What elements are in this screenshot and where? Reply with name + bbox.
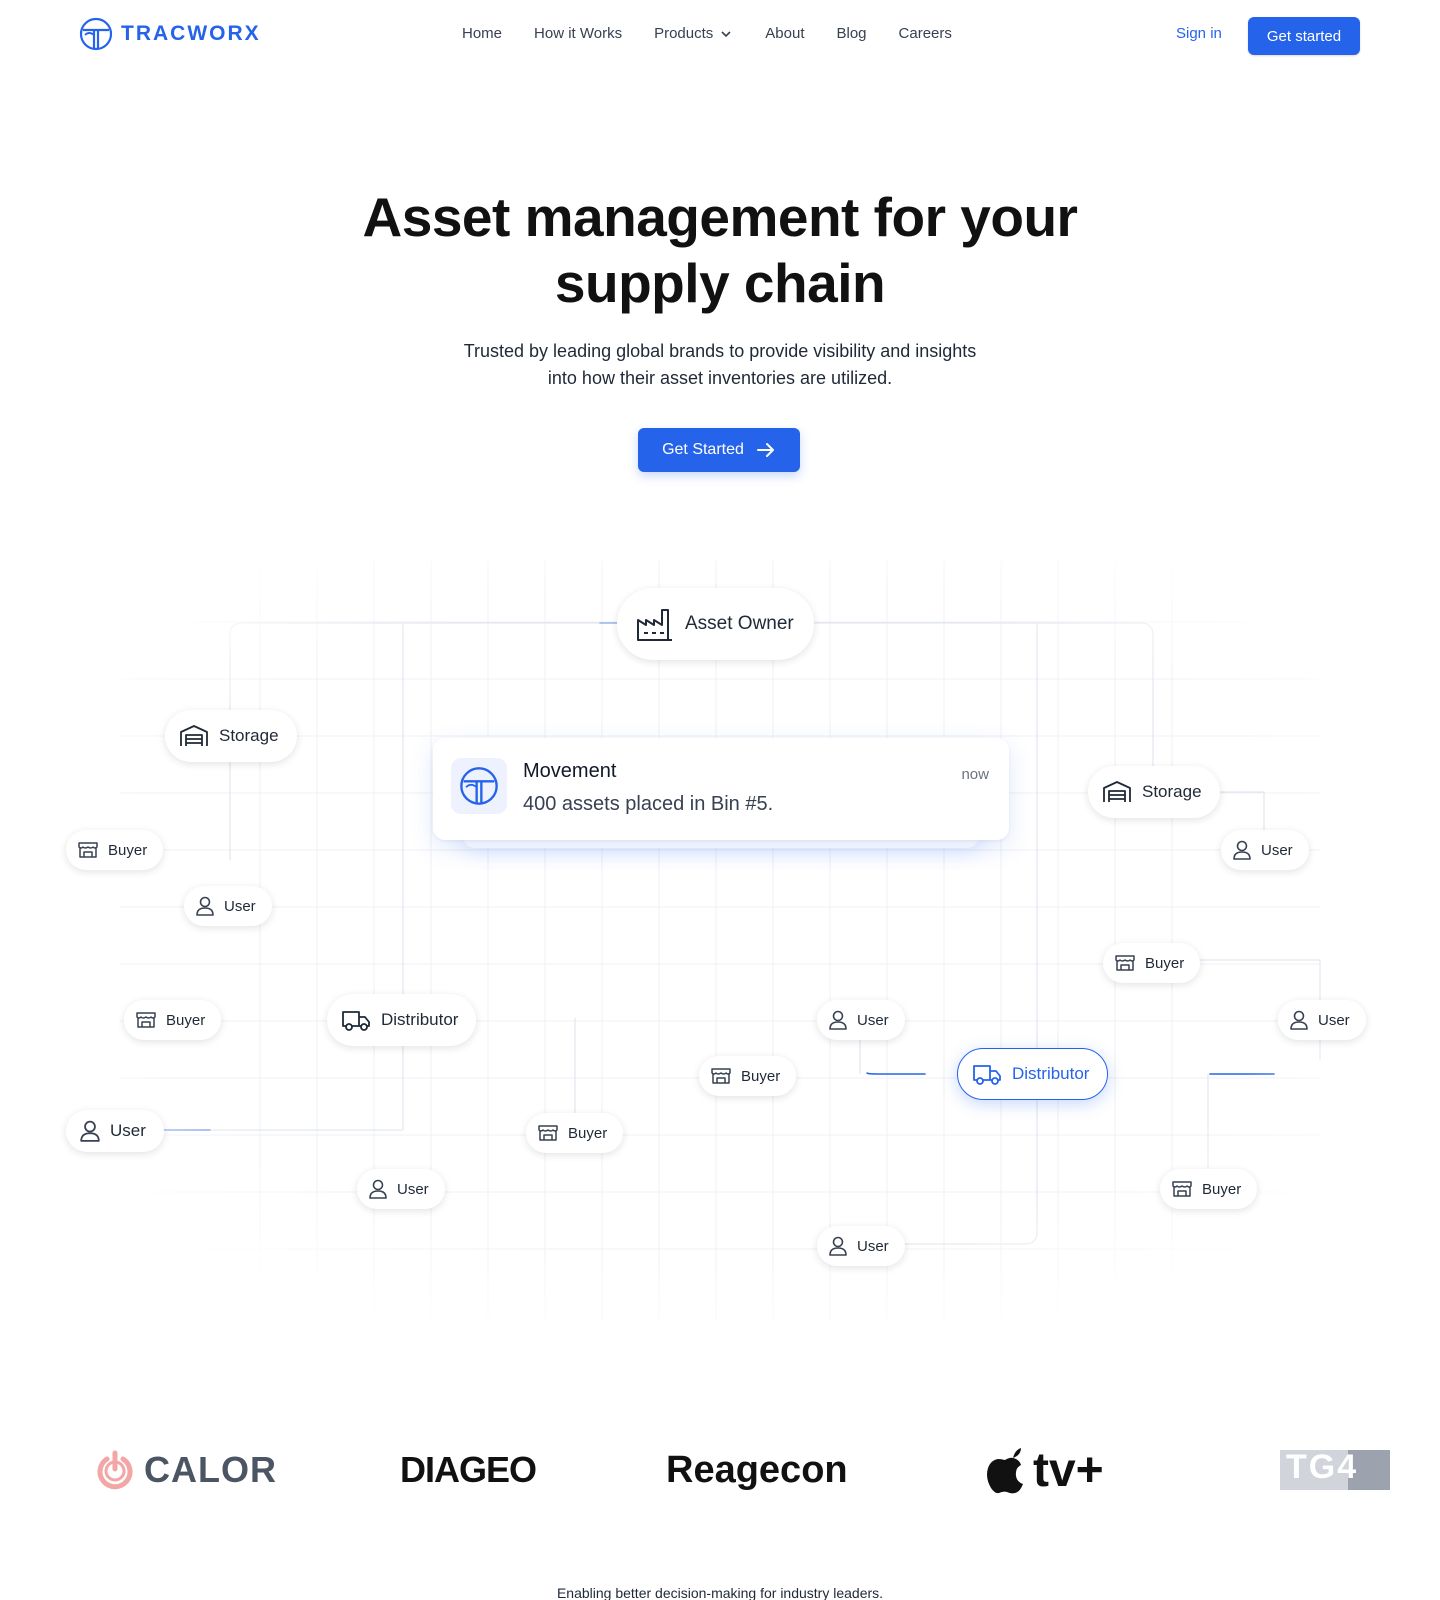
user-icon [196,896,214,916]
arrow-right-icon [756,443,774,457]
warehouse-icon [1103,781,1131,802]
truck-icon [973,1065,1001,1085]
power-icon [97,1450,133,1490]
card-timestamp: now [961,766,989,783]
nav-about[interactable]: About [765,25,804,42]
warehouse-icon [180,725,208,746]
card-title: Movement [523,760,617,782]
user-icon [369,1179,387,1199]
sign-in-link[interactable]: Sign in [1176,25,1222,42]
calor-logo: CALOR [94,1440,277,1500]
get-started-hero-button[interactable]: Get Started [638,428,800,472]
nav-how-it-works[interactable]: How it Works [534,25,622,42]
distributor-node-active[interactable]: Distributor [957,1048,1109,1100]
hero-title: Asset management for your supply chain [0,184,1440,316]
buyer-node[interactable]: Buyer [1160,1169,1258,1209]
site-header: TRACWORX Home How it Works Products Abou… [0,0,1440,72]
reagecon-logo: Reagecon [666,1448,848,1491]
storage-label: Storage [219,726,279,745]
asset-owner-label: Asset Owner [685,613,794,634]
user-label: User [857,1011,889,1029]
store-icon [711,1068,731,1084]
factory-icon [637,609,672,641]
distributor-node[interactable]: Distributor [327,994,477,1046]
hero-subtitle-line-2: into how their asset inventories are uti… [547,368,893,388]
storage-node[interactable]: Storage [1088,766,1220,818]
buyer-node[interactable]: Buyer [1103,943,1201,983]
main-nav: Home How it Works Products About Blog Ca… [462,25,984,42]
nav-blog[interactable]: Blog [837,25,867,42]
store-icon [78,842,98,858]
user-label: User [397,1180,429,1198]
user-node[interactable]: User [1221,830,1309,870]
user-label: User [110,1121,146,1140]
storage-node[interactable]: Storage [165,710,297,762]
movement-notification-card[interactable]: Movement 400 assets placed in Bin #5. no… [433,738,1009,840]
supply-chain-diagram: Asset Owner Movement 400 assets placed i… [0,560,1440,1360]
nav-careers[interactable]: Careers [899,25,952,42]
get-started-hero-label: Get Started [662,441,744,458]
hero-subtitle-line-1: Trusted by leading global brands to prov… [463,341,977,361]
card-body: 400 assets placed in Bin #5. [523,793,774,815]
get-started-header-button[interactable]: Get started [1248,17,1360,55]
tg4-wordmark: TG4 [1286,1448,1359,1486]
brand-logo[interactable]: TRACWORX [79,17,261,51]
buyer-node[interactable]: Buyer [124,1000,222,1040]
distributor-label: Distributor [1012,1064,1090,1083]
hero-subtitle: Trusted by leading global brands to prov… [420,338,1020,392]
nav-products-label: Products [654,25,714,42]
hero-title-line-1: Asset management for your [362,186,1078,248]
store-icon [1172,1181,1192,1197]
user-node[interactable]: User [1278,1000,1366,1040]
user-label: User [1318,1011,1350,1029]
buyer-node[interactable]: Buyer [526,1113,624,1153]
user-node[interactable]: User [817,1226,905,1266]
user-label: User [224,897,256,915]
user-label: User [1261,841,1293,859]
nav-products[interactable]: Products [654,25,733,42]
chevron-down-icon [721,30,731,37]
nav-home[interactable]: Home [462,25,502,42]
tg4-logo: TG4 [1280,1440,1390,1500]
logo-wordmark: TRACWORX [121,22,261,45]
user-label: User [857,1237,889,1255]
store-icon [136,1012,156,1028]
storage-label: Storage [1142,782,1202,801]
tagline: Enabling better decision-making for indu… [556,1585,884,1600]
apple-tv-logo: tv+ [985,1440,1104,1500]
client-logos: CALOR DIAGEO Reagecon tv+ TG4 [0,1440,1440,1520]
user-icon [829,1010,847,1030]
hero-title-line-2: supply chain [554,252,886,314]
buyer-label: Buyer [1145,954,1185,972]
store-icon [1115,955,1135,971]
user-node[interactable]: User [184,886,272,926]
apple-icon [987,1448,1023,1494]
user-icon [1290,1010,1308,1030]
tracworx-logo-icon [460,767,498,805]
diagram-grid [0,560,1440,1360]
buyer-label: Buyer [108,841,148,859]
buyer-label: Buyer [568,1124,608,1142]
buyer-node[interactable]: Buyer [66,830,164,870]
user-node[interactable]: User [66,1110,164,1152]
store-icon [538,1125,558,1141]
user-node[interactable]: User [817,1000,905,1040]
user-icon [829,1236,847,1256]
calor-wordmark: CALOR [144,1449,277,1490]
user-icon [80,1120,100,1142]
user-icon [1233,840,1251,860]
apple-tv-wordmark: tv+ [1033,1443,1104,1497]
buyer-label: Buyer [1202,1180,1242,1198]
buyer-node[interactable]: Buyer [699,1056,797,1096]
buyer-label: Buyer [741,1067,781,1085]
truck-icon [342,1011,370,1031]
card-logo-icon-wrap [451,758,507,814]
distributor-label: Distributor [381,1010,459,1029]
user-node[interactable]: User [357,1169,445,1209]
diageo-logo: DIAGEO [400,1449,537,1490]
asset-owner-node[interactable]: Asset Owner [617,588,814,660]
tracworx-logo-icon [79,17,113,51]
buyer-label: Buyer [166,1011,206,1029]
